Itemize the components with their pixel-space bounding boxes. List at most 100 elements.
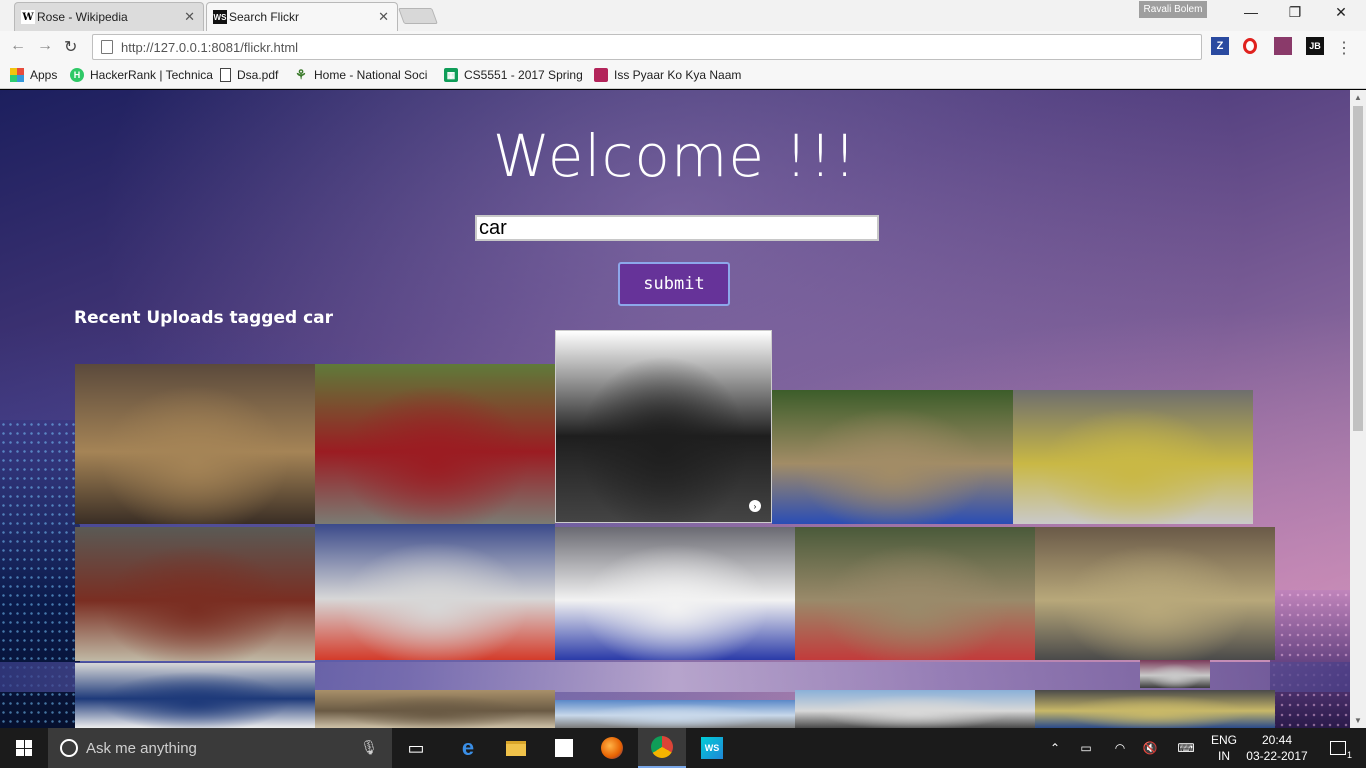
browser-tabstrip: W Rose - Wikipedia ✕ WS Search Flickr ✕ … (0, 0, 1366, 31)
new-tab-button[interactable] (398, 8, 438, 24)
clock-date: 03-22-2017 (1246, 749, 1308, 763)
show-hidden-icons-icon[interactable]: ⌃ (1044, 728, 1066, 768)
cortana-placeholder: Ask me anything (86, 739, 197, 757)
battery-icon[interactable]: ▭ (1074, 728, 1098, 768)
windows-taskbar: Ask me anything 🎙 ▭ e WS ⌃ ▭ ◠ 🔇 ⌨ ENG I… (0, 728, 1366, 768)
city-skyline-right (1270, 590, 1350, 728)
url-host: http://127.0.0.1 (121, 39, 208, 55)
results-title: Recent Uploads tagged car (74, 308, 334, 328)
wifi-icon[interactable]: ◠ (1108, 728, 1132, 768)
photo-formula-car[interactable] (75, 663, 315, 728)
photo-red-volvo[interactable] (315, 364, 555, 524)
close-window-button[interactable]: ✕ (1318, 4, 1364, 24)
page-title: Welcome !!! (492, 122, 858, 190)
task-view-icon[interactable]: ▭ (392, 728, 440, 768)
tree-icon: ⚘ (295, 67, 307, 82)
region-code: IN (1218, 749, 1230, 763)
start-button[interactable] (0, 728, 48, 768)
bookmark-dsa-pdf[interactable]: Dsa.pdf (220, 68, 278, 82)
search-input[interactable] (475, 215, 879, 241)
bookmark-label: CS5551 - 2017 Spring (464, 68, 583, 82)
hackerrank-icon: H (70, 68, 84, 82)
volume-muted-icon[interactable]: 🔇 (1138, 728, 1162, 768)
scroll-down-arrow-icon[interactable]: ▼ (1354, 716, 1362, 725)
cortana-icon (60, 739, 78, 757)
photo-blue-sky-track[interactable] (555, 700, 795, 728)
page-info-icon[interactable] (101, 40, 113, 54)
restore-button[interactable]: ❐ (1272, 4, 1318, 24)
notification-count: 1 (1346, 750, 1352, 760)
bookmark-iss-pyaar[interactable]: Iss Pyaar Ko Kya Naam (594, 68, 741, 82)
bookmark-label: Apps (30, 68, 58, 82)
keyboard-icon[interactable]: ⌨ (1170, 728, 1202, 768)
scroll-up-arrow-icon[interactable]: ▲ (1354, 93, 1362, 102)
photo-derby-crash[interactable] (795, 527, 1035, 660)
photo-dirt-track[interactable] (315, 690, 555, 728)
photo-grandstand[interactable] (795, 690, 1035, 728)
bookmark-label: Home - National Soci (314, 68, 428, 82)
photo-rally-blue-car[interactable] (772, 390, 1013, 524)
webstorm-icon: WS (213, 10, 227, 24)
sheets-icon: ▦ (444, 68, 458, 82)
chrome-menu-icon[interactable]: ⋮ (1336, 38, 1352, 58)
submit-button[interactable]: submit (618, 262, 730, 306)
bookmark-label: Iss Pyaar Ko Kya Naam (614, 68, 742, 82)
bookmark-icon (594, 68, 608, 82)
page-scrollbar[interactable]: ▲ ▼ (1350, 90, 1366, 728)
edge-icon[interactable]: e (444, 728, 492, 768)
minimize-button[interactable]: — (1228, 4, 1274, 24)
photo-race-track-cars[interactable] (315, 524, 555, 660)
firefox-icon[interactable] (588, 728, 636, 768)
photo-car-batteries[interactable]: › (555, 330, 772, 523)
apps-grid-icon (10, 68, 24, 82)
windows-logo-icon (16, 740, 32, 756)
store-icon[interactable] (540, 728, 588, 768)
photo-derby-pile[interactable] (1035, 527, 1275, 660)
bookmark-label: HackerRank | Technica (90, 68, 213, 82)
language-indicator[interactable]: ENG IN (1206, 728, 1242, 768)
back-arrow-icon[interactable]: ← (10, 37, 26, 55)
tab-rose-wikipedia[interactable]: W Rose - Wikipedia ✕ (14, 2, 204, 31)
bookmark-apps[interactable]: Apps (10, 68, 57, 82)
tab-label: Search Flickr (229, 10, 300, 24)
bookmark-hackerrank[interactable]: H HackerRank | Technica (70, 68, 213, 82)
cortana-search-box[interactable]: Ask me anything 🎙 (48, 728, 392, 768)
clock[interactable]: 20:44 03-22-2017 (1244, 728, 1310, 768)
opera-extension-icon[interactable] (1243, 38, 1257, 54)
photo-777-race-car[interactable] (555, 527, 795, 660)
bookmarks-bar: Apps H HackerRank | Technica Dsa.pdf ⚘ H… (0, 63, 1366, 89)
tab-label: Rose - Wikipedia (37, 10, 128, 24)
photo-demolition-derby-2[interactable] (75, 527, 315, 661)
photo-demolition-derby-1[interactable] (1013, 390, 1253, 524)
tab-search-flickr[interactable]: WS Search Flickr ✕ (206, 2, 398, 31)
webstorm-icon[interactable]: WS (688, 728, 736, 768)
close-tab-icon[interactable]: ✕ (184, 9, 195, 25)
play-icon[interactable]: › (749, 500, 761, 512)
photo-partial-top[interactable] (1140, 660, 1210, 688)
jetbrains-extension-icon[interactable]: JB (1306, 37, 1324, 55)
file-explorer-icon[interactable] (492, 728, 540, 768)
clock-time: 20:44 (1261, 733, 1293, 747)
reload-icon[interactable]: ↻ (64, 37, 77, 57)
wikipedia-icon: W (21, 10, 35, 24)
profile-button[interactable]: Ravali Bolem (1139, 1, 1207, 18)
browser-toolbar: ← → ↻ http://127.0.0.1:8081/flickr.html … (0, 31, 1366, 63)
url-path: :8081/flickr.html (207, 39, 299, 55)
address-bar[interactable]: http://127.0.0.1:8081/flickr.html (92, 34, 1202, 60)
microphone-icon[interactable]: 🎙 (360, 739, 378, 756)
photo-graffiti-train[interactable] (75, 364, 315, 524)
scrollbar-thumb[interactable] (1353, 106, 1363, 431)
language-code: ENG (1210, 733, 1237, 747)
extension-icon[interactable] (1274, 37, 1292, 55)
zotero-extension-icon[interactable]: Z (1211, 37, 1229, 55)
bookmark-label: Dsa.pdf (237, 68, 279, 82)
close-tab-icon[interactable]: ✕ (378, 9, 389, 25)
bookmark-cs5551[interactable]: ▦ CS5551 - 2017 Spring (444, 68, 583, 82)
page-viewport: Welcome !!! submit Recent Uploads tagged… (0, 90, 1350, 728)
forward-arrow-icon[interactable]: → (37, 37, 53, 55)
document-icon (220, 68, 231, 82)
chrome-icon[interactable] (638, 728, 686, 768)
bookmark-national-society[interactable]: ⚘ Home - National Soci (294, 67, 428, 82)
photo-race-pack[interactable] (1035, 690, 1275, 728)
action-center-icon[interactable]: 1 (1318, 728, 1358, 768)
